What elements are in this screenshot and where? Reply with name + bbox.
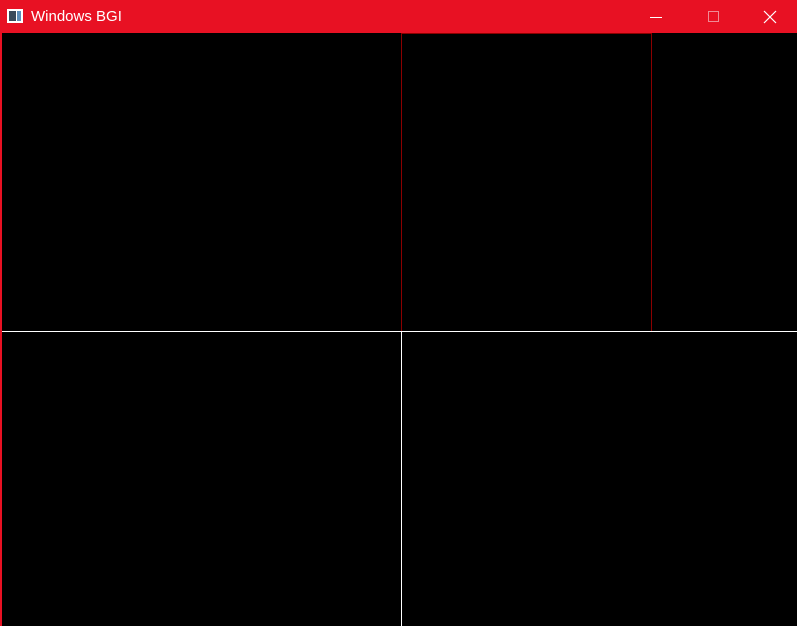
window-title: Windows BGI bbox=[31, 8, 122, 25]
title-bar[interactable]: Windows BGI bbox=[0, 0, 797, 33]
close-icon bbox=[763, 10, 777, 23]
maximize-button[interactable] bbox=[685, 0, 743, 33]
close-button[interactable] bbox=[743, 0, 797, 33]
bgi-app-icon bbox=[7, 9, 23, 23]
minimize-button[interactable] bbox=[627, 0, 685, 33]
bgi-window: Windows BGI bbox=[0, 0, 797, 626]
bgi-graphics bbox=[2, 33, 797, 626]
minimize-icon bbox=[650, 16, 662, 18]
canvas-background bbox=[2, 33, 797, 626]
maximize-icon bbox=[708, 10, 719, 22]
drawing-canvas[interactable] bbox=[2, 33, 797, 626]
